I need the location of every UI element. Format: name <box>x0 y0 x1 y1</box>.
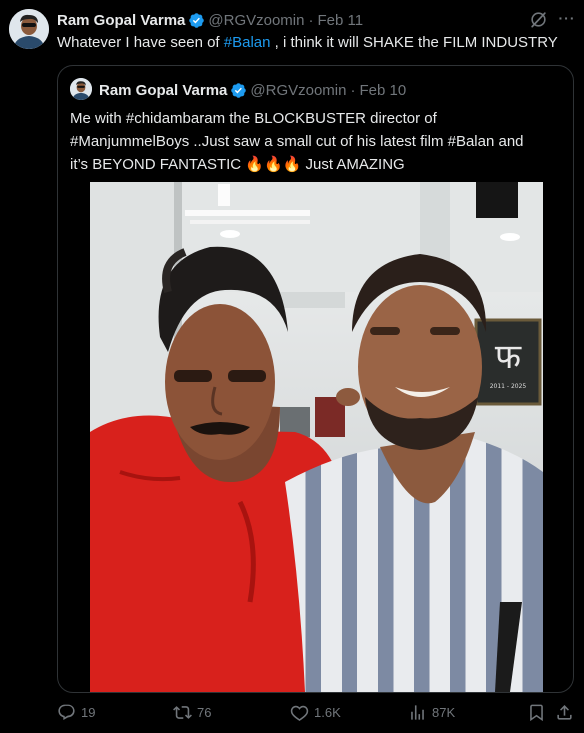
author-name[interactable]: Ram Gopal Varma <box>57 12 185 29</box>
tweet-text-start: Whatever I have seen of <box>57 34 224 51</box>
tweet[interactable]: Ram Gopal Varma @RGVzoomin · Feb 11 ··· … <box>0 0 584 733</box>
like-count: 1.6K <box>314 705 341 720</box>
grok-icon[interactable] <box>529 10 548 29</box>
repost-button[interactable]: 76 <box>173 703 211 722</box>
avatar[interactable] <box>9 9 49 49</box>
quoted-text-part: it’s BEYOND FANTASTIC <box>70 156 246 173</box>
bookmark-icon <box>530 704 543 722</box>
views-count: 87K <box>432 705 456 720</box>
quoted-text: Me with #chidambaram the BLOCKBUSTER dir… <box>70 107 564 176</box>
share-button[interactable] <box>555 703 579 722</box>
action-bar: 19 76 1.6K 87K <box>57 703 577 725</box>
more-icon[interactable]: ··· <box>556 9 578 29</box>
verified-badge-icon <box>231 82 247 98</box>
board-years: 2011 - 2025 <box>490 383 527 390</box>
tweet-text-end: , i think it will SHAKE the FILM INDUSTR… <box>270 34 558 51</box>
bookmark-button[interactable] <box>527 703 551 722</box>
quoted-text-line: it’s BEYOND FANTASTIC 🔥🔥🔥 Just AMAZING <box>70 153 564 176</box>
tweet-header: Ram Gopal Varma @RGVzoomin · Feb 11 <box>57 10 363 30</box>
quoted-avatar <box>70 78 92 100</box>
separator-dot: · <box>308 11 314 29</box>
views-button[interactable]: 87K <box>408 703 455 722</box>
author-handle[interactable]: @RGVzoomin <box>208 12 304 29</box>
share-icon <box>557 705 572 720</box>
quoted-text-line: #ManjummelBoys ..Just saw a small cut of… <box>70 133 524 150</box>
tweet-date[interactable]: Feb 11 <box>317 12 363 29</box>
like-button[interactable]: 1.6K <box>290 703 341 722</box>
quoted-text-line: Me with #chidambaram the BLOCKBUSTER dir… <box>70 110 437 127</box>
repost-icon <box>173 706 192 719</box>
quoted-author-handle: @RGVzoomin <box>250 81 347 99</box>
reply-button[interactable]: 19 <box>57 703 95 722</box>
quoted-tweet[interactable]: Ram Gopal Varma @RGVzoomin · Feb 10 Me w… <box>57 65 574 693</box>
board-glyph: फ <box>495 337 522 377</box>
reply-count: 19 <box>81 705 96 720</box>
quoted-date: Feb 10 <box>359 81 407 99</box>
quoted-header: Ram Gopal Varma @RGVzoomin · Feb 10 <box>99 80 406 100</box>
fire-emoji: 🔥🔥🔥 <box>245 156 302 173</box>
repost-count: 76 <box>197 705 212 720</box>
separator-dot: · <box>350 81 356 99</box>
quoted-author-name: Ram Gopal Varma <box>99 81 228 99</box>
tweet-text: Whatever I have seen of #Balan , i think… <box>57 33 558 53</box>
reply-icon <box>58 704 75 720</box>
verified-badge-icon <box>189 12 205 28</box>
heart-icon <box>290 705 309 721</box>
quoted-text-part: Just AMAZING <box>301 156 405 173</box>
hashtag-link[interactable]: #Balan <box>224 34 271 51</box>
views-icon <box>411 705 424 720</box>
tweet-photo[interactable]: फ 2011 - 2025 <box>90 182 543 692</box>
